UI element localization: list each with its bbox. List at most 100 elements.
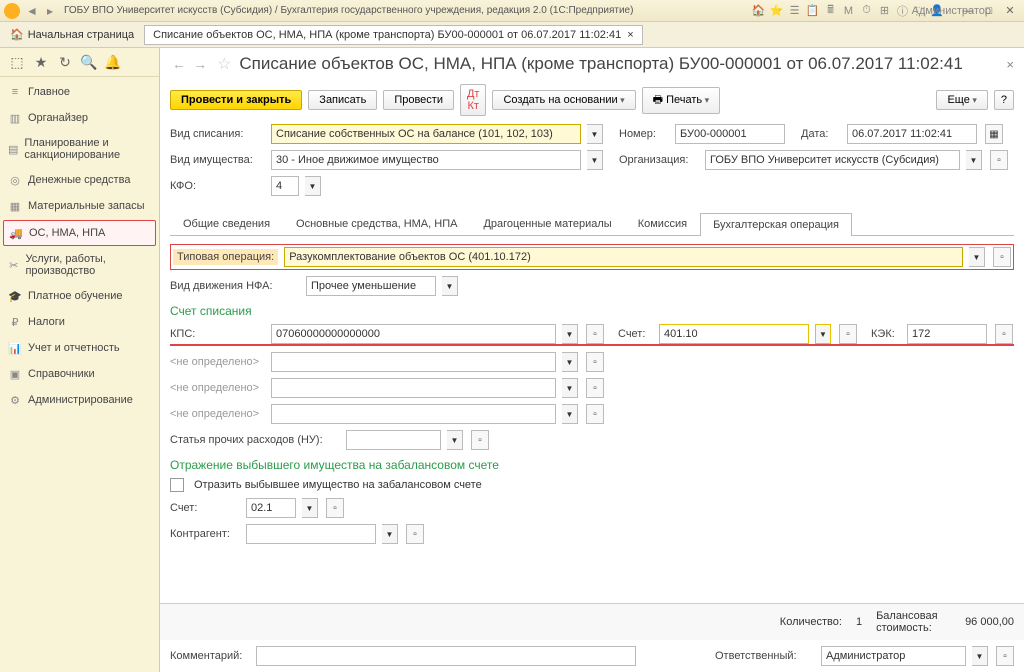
history-icon[interactable]: ↻ — [54, 52, 76, 72]
kindof-field[interactable]: Списание собственных ОС на балансе (101,… — [271, 124, 581, 144]
tab-commission[interactable]: Комиссия — [625, 212, 700, 235]
user-label[interactable]: 👤 Администратор — [937, 3, 952, 18]
back-icon[interactable]: ← — [172, 56, 186, 72]
dropdown-icon[interactable]: ▼ — [305, 176, 321, 196]
sidebar-item-reports[interactable]: 📊Учет и отчетность — [0, 335, 159, 361]
dropdown-icon[interactable]: ▼ — [382, 524, 398, 544]
dropdown-icon[interactable]: ▼ — [447, 430, 463, 450]
more-button[interactable]: Еще — [936, 90, 987, 110]
dropdown-icon[interactable]: ▼ — [302, 498, 318, 518]
open-icon[interactable]: ▫ — [996, 646, 1014, 666]
tab-document[interactable]: Списание объектов ОС, НМА, НПА (кроме тр… — [144, 25, 643, 45]
search-icon[interactable]: 🔍 — [78, 52, 100, 72]
type-op-field[interactable]: Разукомплектование объектов ОС (401.10.1… — [284, 247, 963, 267]
open-icon[interactable]: ▫ — [586, 378, 604, 398]
dropdown-icon[interactable]: ▼ — [442, 276, 458, 296]
acc-field[interactable]: 401.10 — [659, 324, 809, 344]
open-icon[interactable]: ▫ — [993, 247, 1011, 267]
dropdown-icon[interactable]: ▼ — [562, 352, 578, 372]
kps-field[interactable]: 07060000000000000 — [271, 324, 556, 344]
dropdown-icon[interactable]: ▼ — [815, 324, 831, 344]
post-close-button[interactable]: Провести и закрыть — [170, 90, 302, 110]
calendar-icon[interactable]: ▦ — [985, 124, 1003, 144]
responsible-field[interactable]: Администратор — [821, 646, 966, 666]
tool-icon[interactable]: 🖩 — [823, 3, 838, 18]
close-icon[interactable]: ✕ — [1000, 3, 1020, 19]
fav-icon[interactable]: ☆ — [217, 54, 231, 74]
tab-close-icon[interactable]: × — [627, 29, 633, 41]
prop-field[interactable]: 30 - Иное движимое имущество — [271, 150, 581, 170]
open-icon[interactable]: ▫ — [586, 324, 604, 344]
undef-field[interactable] — [271, 378, 556, 398]
dropdown-icon[interactable]: ▼ — [972, 646, 988, 666]
sidebar-item-services[interactable]: ✂Услуги, работы, производство — [0, 247, 159, 283]
dropdown-icon[interactable]: ▼ — [587, 124, 603, 144]
open-icon[interactable]: ▫ — [839, 324, 857, 344]
number-field[interactable]: БУ00-000001 — [675, 124, 785, 144]
open-icon[interactable]: ▫ — [326, 498, 344, 518]
open-icon[interactable]: ▫ — [995, 324, 1013, 344]
tool-icon[interactable]: ⭐ — [769, 3, 784, 18]
maximize-icon[interactable]: □ — [979, 3, 999, 19]
sidebar-item-money[interactable]: ◎Денежные средства — [0, 167, 159, 193]
tool-icon[interactable]: M — [841, 3, 856, 18]
tool-icon[interactable]: ⓘ — [895, 3, 910, 18]
help-button[interactable]: ? — [994, 90, 1014, 110]
contragent-field[interactable] — [246, 524, 376, 544]
sidebar-item-refs[interactable]: ▣Справочники — [0, 361, 159, 387]
bell-icon[interactable]: 🔔 — [102, 52, 124, 72]
create-based-button[interactable]: Создать на основании — [492, 90, 635, 110]
sidebar-item-admin[interactable]: ⚙Администрирование — [0, 387, 159, 413]
tool-icon[interactable]: 📋 — [805, 3, 820, 18]
open-icon[interactable]: ▫ — [406, 524, 424, 544]
tab-os[interactable]: Основные средства, НМА, НПА — [283, 212, 470, 235]
expense-field[interactable] — [346, 430, 441, 450]
open-icon[interactable]: ▫ — [586, 404, 604, 424]
sidebar-item-materials[interactable]: ▦Материальные запасы — [0, 193, 159, 219]
fwd-icon[interactable]: ▸ — [42, 3, 58, 19]
sidebar-item-edu[interactable]: 🎓Платное обучение — [0, 283, 159, 309]
tool-icon[interactable]: ⏱ — [859, 3, 874, 18]
undef-field[interactable] — [271, 404, 556, 424]
tab-home[interactable]: 🏠 Начальная страница — [0, 24, 144, 45]
date-field[interactable]: 06.07.2017 11:02:41 — [847, 124, 977, 144]
dropdown-icon[interactable]: ▼ — [966, 150, 982, 170]
dropdown-icon[interactable]: ▼ — [969, 247, 985, 267]
undef-field[interactable] — [271, 352, 556, 372]
tool-icon[interactable]: 🏠 — [751, 3, 766, 18]
star-icon[interactable]: ★ — [30, 52, 52, 72]
kek-field[interactable]: 172 — [907, 324, 987, 344]
dt-kt-button[interactable]: ДтКт — [460, 84, 487, 116]
save-button[interactable]: Записать — [308, 90, 377, 110]
tab-precious[interactable]: Драгоценные материалы — [470, 212, 624, 235]
tool-icon[interactable]: ☰ — [787, 3, 802, 18]
org-field[interactable]: ГОБУ ВПО Университет искусств (Субсидия) — [705, 150, 960, 170]
acc2-field[interactable]: 02.1 — [246, 498, 296, 518]
back-icon[interactable]: ◄ — [24, 3, 40, 19]
open-icon[interactable]: ▫ — [990, 150, 1008, 170]
grid-icon[interactable]: ⬚ — [6, 52, 28, 72]
doc-close-icon[interactable]: × — [1006, 57, 1014, 72]
tab-general[interactable]: Общие сведения — [170, 212, 283, 235]
sidebar-item-planning[interactable]: ▤Планирование и санкционирование — [0, 131, 159, 167]
dropdown-icon[interactable]: ▼ — [587, 150, 603, 170]
tab-accounting[interactable]: Бухгалтерская операция — [700, 213, 852, 236]
minimize-icon[interactable]: — — [958, 3, 978, 19]
dropdown-icon[interactable]: ▼ — [562, 378, 578, 398]
sidebar-item-organizer[interactable]: ▥Органайзер — [0, 105, 159, 131]
open-icon[interactable]: ▫ — [471, 430, 489, 450]
dropdown-icon[interactable]: ▼ — [562, 404, 578, 424]
sidebar-item-tax[interactable]: ₽Налоги — [0, 309, 159, 335]
move-field[interactable]: Прочее уменьшение — [306, 276, 436, 296]
tool-icon[interactable]: ⊞ — [877, 3, 892, 18]
post-button[interactable]: Провести — [383, 90, 454, 110]
fwd-icon[interactable]: → — [193, 56, 207, 72]
open-icon[interactable]: ▫ — [586, 352, 604, 372]
comment-field[interactable] — [256, 646, 636, 666]
offbalance-checkbox[interactable] — [170, 478, 184, 492]
kfo-field[interactable]: 4 — [271, 176, 299, 196]
sidebar-item-main[interactable]: ≡Главное — [0, 79, 159, 105]
sidebar-item-os[interactable]: 🚚ОС, НМА, НПА — [3, 220, 156, 246]
print-button[interactable]: 🖶 Печать — [642, 87, 721, 114]
dropdown-icon[interactable]: ▼ — [562, 324, 578, 344]
